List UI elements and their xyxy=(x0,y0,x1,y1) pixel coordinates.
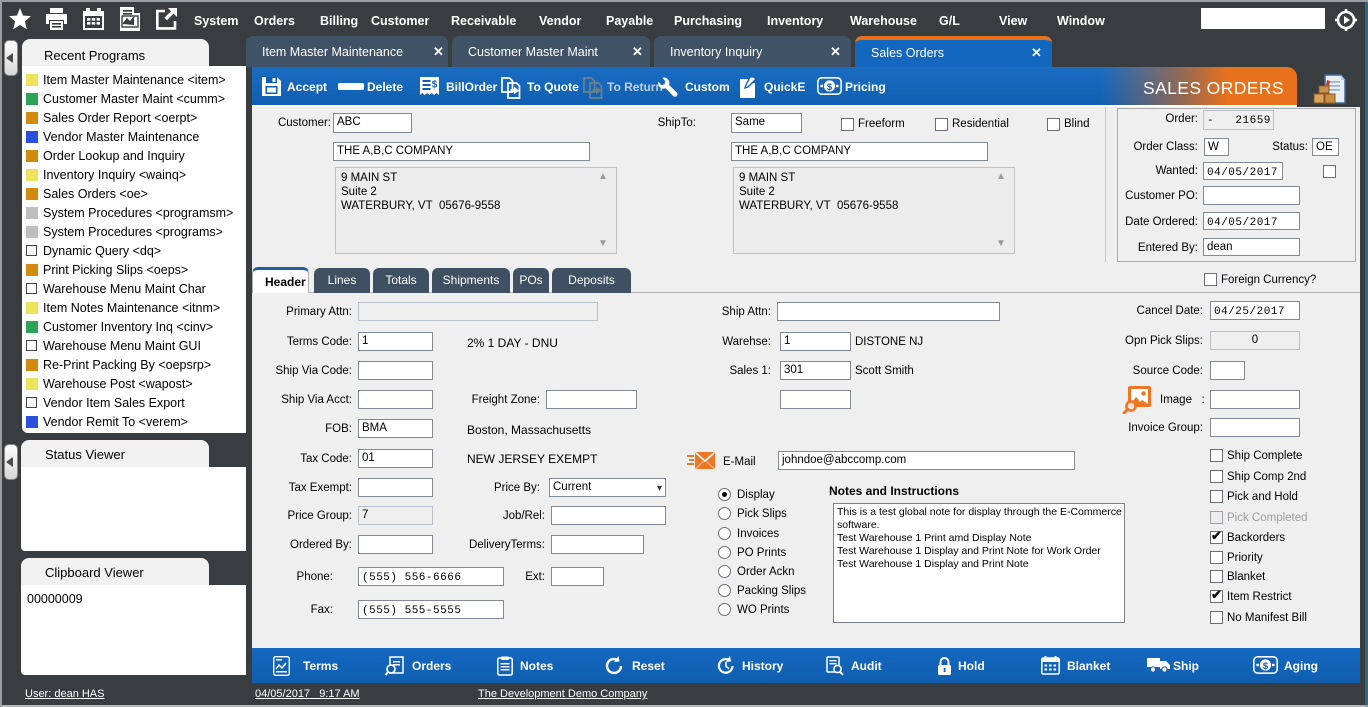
svg-text:$: $ xyxy=(827,82,833,93)
svg-text:$: $ xyxy=(1263,661,1269,672)
svg-text:$: $ xyxy=(432,80,438,91)
